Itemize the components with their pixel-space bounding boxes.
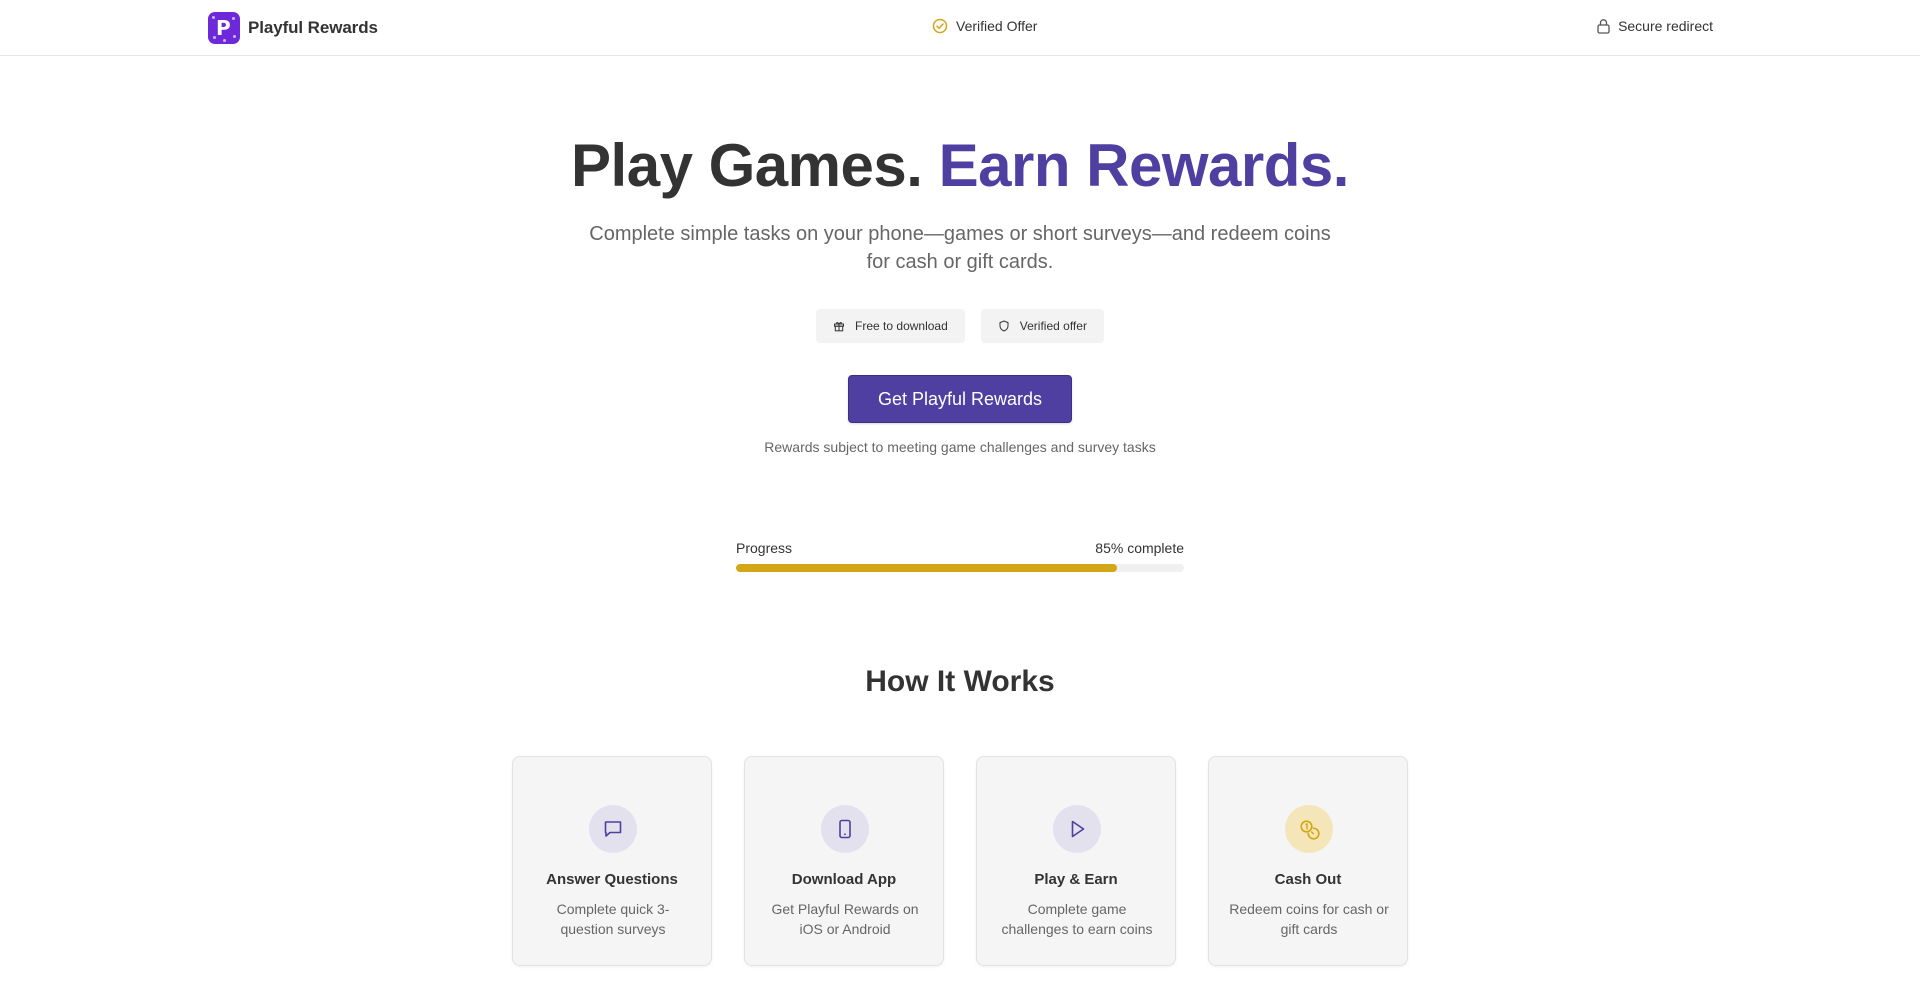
step-title: Cash Out bbox=[1274, 871, 1342, 888]
how-it-works-cards: Answer Questions Complete quick 3-questi… bbox=[512, 756, 1408, 966]
logo-icon: P bbox=[208, 12, 240, 44]
step-card-cash-out: Cash Out Redeem coins for cash or gift c… bbox=[1208, 756, 1408, 966]
how-it-works-title: How It Works bbox=[865, 665, 1055, 698]
progress-bar-fill bbox=[736, 564, 1117, 572]
check-circle-icon bbox=[932, 18, 948, 34]
step-title: Play & Earn bbox=[1034, 871, 1118, 888]
step-description: Get Playful Rewards on iOS or Android bbox=[771, 901, 919, 937]
step-title: Answer Questions bbox=[546, 871, 678, 888]
hero-title: Play Games. Earn Rewards. bbox=[0, 126, 1920, 206]
step-title: Download App bbox=[791, 871, 897, 888]
play-icon bbox=[1053, 805, 1101, 853]
badge-label: Free to download bbox=[855, 319, 948, 333]
site-header: P Playful Rewards Verified Offer Secure … bbox=[0, 0, 1920, 56]
get-playful-rewards-button[interactable]: Get Playful Rewards bbox=[848, 375, 1072, 423]
verified-offer-label: Verified Offer bbox=[956, 18, 1038, 34]
step-description: Complete quick 3-question surveys bbox=[556, 901, 670, 937]
gift-icon bbox=[834, 322, 845, 332]
step-card-download-app: Download App Get Playful Rewards on iOS … bbox=[744, 756, 944, 966]
feature-badges: Free to download Verified offer bbox=[0, 309, 1920, 343]
progress-bar bbox=[736, 564, 1184, 572]
badge-label: Verified offer bbox=[1019, 319, 1087, 333]
logo-letter: P bbox=[216, 16, 231, 40]
badge-free-download: Free to download bbox=[816, 309, 965, 343]
rewards-disclaimer: Rewards subject to meeting game challeng… bbox=[764, 439, 1156, 455]
step-card-play-earn: Play & Earn Complete game challenges to … bbox=[976, 756, 1176, 966]
hero-subtitle: Complete simple tasks on your phone—game… bbox=[589, 223, 1331, 273]
brand[interactable]: P Playful Rewards bbox=[208, 12, 378, 44]
step-description: Redeem coins for cash or gift cards bbox=[1229, 901, 1389, 937]
hero-title-part2: Earn Rewards. bbox=[938, 132, 1350, 199]
hero-title-part1: Play Games. bbox=[571, 132, 923, 199]
step-card-answer-questions: Answer Questions Complete quick 3-questi… bbox=[512, 756, 712, 966]
lock-icon bbox=[1597, 19, 1610, 34]
progress-section: Progress 85% complete bbox=[736, 540, 1184, 572]
progress-label: Progress bbox=[736, 540, 793, 556]
coins-icon bbox=[1285, 805, 1333, 853]
secure-redirect-label: Secure redirect bbox=[1618, 18, 1713, 34]
step-description: Complete game challenges to earn coins bbox=[1001, 901, 1153, 937]
phone-icon bbox=[821, 805, 869, 853]
brand-name: Playful Rewards bbox=[248, 18, 378, 37]
verified-offer-indicator: Verified Offer bbox=[932, 18, 1037, 34]
badge-verified-offer: Verified offer bbox=[980, 309, 1104, 343]
shield-icon bbox=[999, 320, 1009, 332]
secure-redirect-indicator: Secure redirect bbox=[1596, 18, 1713, 34]
chat-bubble-icon bbox=[589, 805, 637, 853]
progress-status: 85% complete bbox=[1095, 540, 1184, 556]
